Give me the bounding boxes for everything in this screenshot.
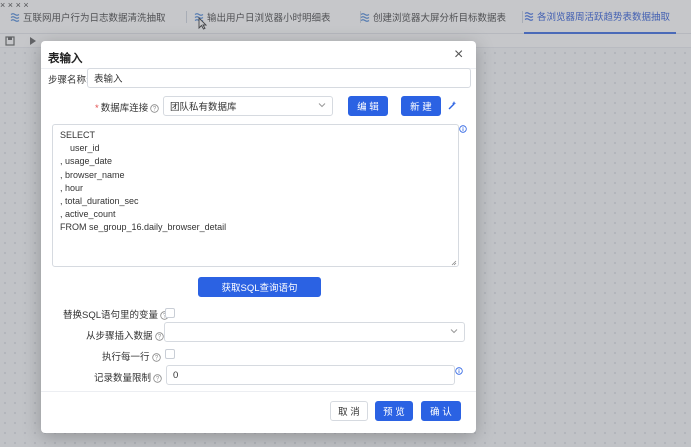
confirm-button[interactable]: 确 认 (421, 401, 461, 421)
resize-handle-icon[interactable] (451, 260, 457, 266)
get-sql-button[interactable]: 获取SQL查询语句 (198, 277, 321, 297)
chevron-down-icon (318, 102, 326, 108)
help-icon[interactable]: ? (151, 353, 161, 362)
sql-line: SELECT (60, 130, 96, 140)
sql-line: , usage_date (60, 156, 113, 167)
new-connection-button[interactable]: 新 建 (401, 96, 441, 116)
db-connection-select[interactable]: 团队私有数据库 (163, 96, 333, 116)
replace-vars-label: 替换SQL语句里的变量? (63, 307, 169, 321)
insert-from-step-label-text: 从步骤插入数据 (86, 331, 153, 342)
db-connection-label-text: 数据库连接 (100, 103, 149, 114)
replace-vars-checkbox[interactable] (165, 308, 175, 318)
edit-connection-button[interactable]: 编 辑 (348, 96, 388, 116)
sql-line: FROM se_group_16.daily_browser_detail (60, 222, 227, 233)
record-limit-label: 记录数量限制? (94, 370, 162, 384)
help-icon[interactable]: ? (154, 332, 164, 341)
preview-button[interactable]: 预 览 (375, 401, 413, 421)
close-icon[interactable]: × (454, 47, 463, 63)
insert-from-step-select[interactable] (164, 322, 465, 342)
info-icon[interactable] (459, 125, 467, 133)
execute-each-row-label: 执行每一行? (102, 349, 161, 363)
sql-line: , active_count (60, 209, 116, 220)
sql-line: , browser_name (60, 169, 125, 180)
sql-line: , hour (60, 182, 84, 193)
sql-editor[interactable]: SELECT user_id , usage_date , browser_name… (52, 124, 459, 267)
chevron-down-icon (450, 328, 458, 334)
record-limit-label-text: 记录数量限制 (94, 373, 152, 384)
help-icon[interactable]: ? (150, 104, 159, 113)
db-connection-label: * 数据库连接? (95, 100, 159, 114)
execute-each-row-checkbox[interactable] (165, 349, 175, 359)
sql-line: user_id (60, 143, 100, 154)
wizard-icon[interactable] (447, 100, 458, 111)
help-icon[interactable]: ? (153, 374, 162, 383)
replace-vars-label-text: 替换SQL语句里的变量 (63, 310, 159, 321)
table-input-dialog: 表输入 × 步骤名称: *数据库连接? 团队私有数据库 编 辑 新 建 SELE… (41, 41, 476, 433)
step-name-input[interactable] (87, 68, 471, 88)
info-icon[interactable] (455, 367, 463, 375)
sql-line: , total_duration_sec (60, 196, 139, 207)
dialog-title: 表输入 (48, 53, 83, 65)
cancel-button[interactable]: 取 消 (330, 401, 368, 421)
execute-each-row-label-text: 执行每一行 (102, 352, 150, 363)
required-mark: * (95, 103, 99, 114)
db-connection-value: 团队私有数据库 (170, 102, 237, 113)
record-limit-input[interactable] (166, 365, 455, 385)
step-name-label: 步骤名称: (48, 75, 89, 86)
footer-divider (41, 391, 476, 392)
insert-from-step-label: 从步骤插入数据? (86, 328, 164, 342)
